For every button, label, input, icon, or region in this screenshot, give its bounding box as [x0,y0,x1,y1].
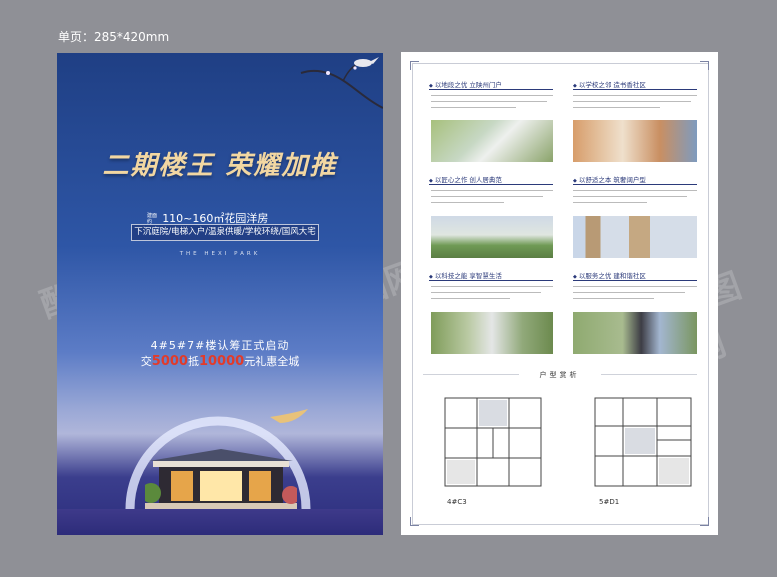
buildings-photo [573,216,697,258]
promo-text: 交5000抵10000元礼惠全城 [140,354,300,369]
floorplan-c3 [444,397,542,487]
frame-corner [410,61,419,70]
clubhouse-illustration [145,449,297,513]
headline: 二期楼王 荣耀加推 [102,151,338,181]
project-english-name: THE HEXI PARK [179,251,261,257]
plan-label: 4#C3 [447,498,467,506]
frame-corner [410,517,419,526]
size-label: 单页：285*420mm [58,30,170,44]
section-rule [573,89,697,90]
ground-band [57,509,383,535]
section-rule [573,280,697,281]
family-photo [573,312,697,354]
section-paragraph [431,188,553,212]
section-rule [429,280,553,281]
back-poster: 以地段之优 立陕州门户 以学校之邻 造书香社区 以匠心之作 创人居典范 以舒适之… [401,52,718,535]
section-title: 以服务之优 建和谐社区 [573,270,646,280]
section-rule [429,89,553,90]
students-photo [573,120,697,162]
frame-corner [700,61,709,70]
section-title: 以匠心之作 创人居典范 [429,174,502,184]
plan-label: 5#D1 [599,498,620,506]
section-title: 以舒适之本 筑奢阔户型 [573,174,646,184]
section-rule [573,184,697,185]
aerial-photo [431,120,553,162]
smart-living-photo [431,312,553,354]
section-paragraph [573,93,697,117]
floorplan-title: 户型赏析 [539,371,580,379]
divider [601,374,697,375]
launch-text: 4#5#7#楼认筹正式启动 [150,339,290,352]
section-title: 以科技之能 享智慧生活 [429,270,502,280]
section-title: 以地段之优 立陕州门户 [429,79,502,89]
section-rule [429,184,553,185]
section-paragraph [573,284,697,308]
section-paragraph [431,93,553,117]
section-paragraph [431,284,553,308]
spec-features: 下沉庭院/电梯入户/温泉供暖/学校环绕/国风大宅 [131,224,319,241]
magpie-branch-illustration [300,57,383,109]
front-poster: 二期楼王 荣耀加推 建面约 110~160㎡花园洋房 下沉庭院/电梯入户/温泉供… [57,53,383,535]
section-title: 以学校之邻 造书香社区 [573,79,646,89]
section-paragraph [573,188,697,212]
garden-photo [431,216,553,258]
frame-corner [700,517,709,526]
floorplan-d1 [594,397,692,487]
